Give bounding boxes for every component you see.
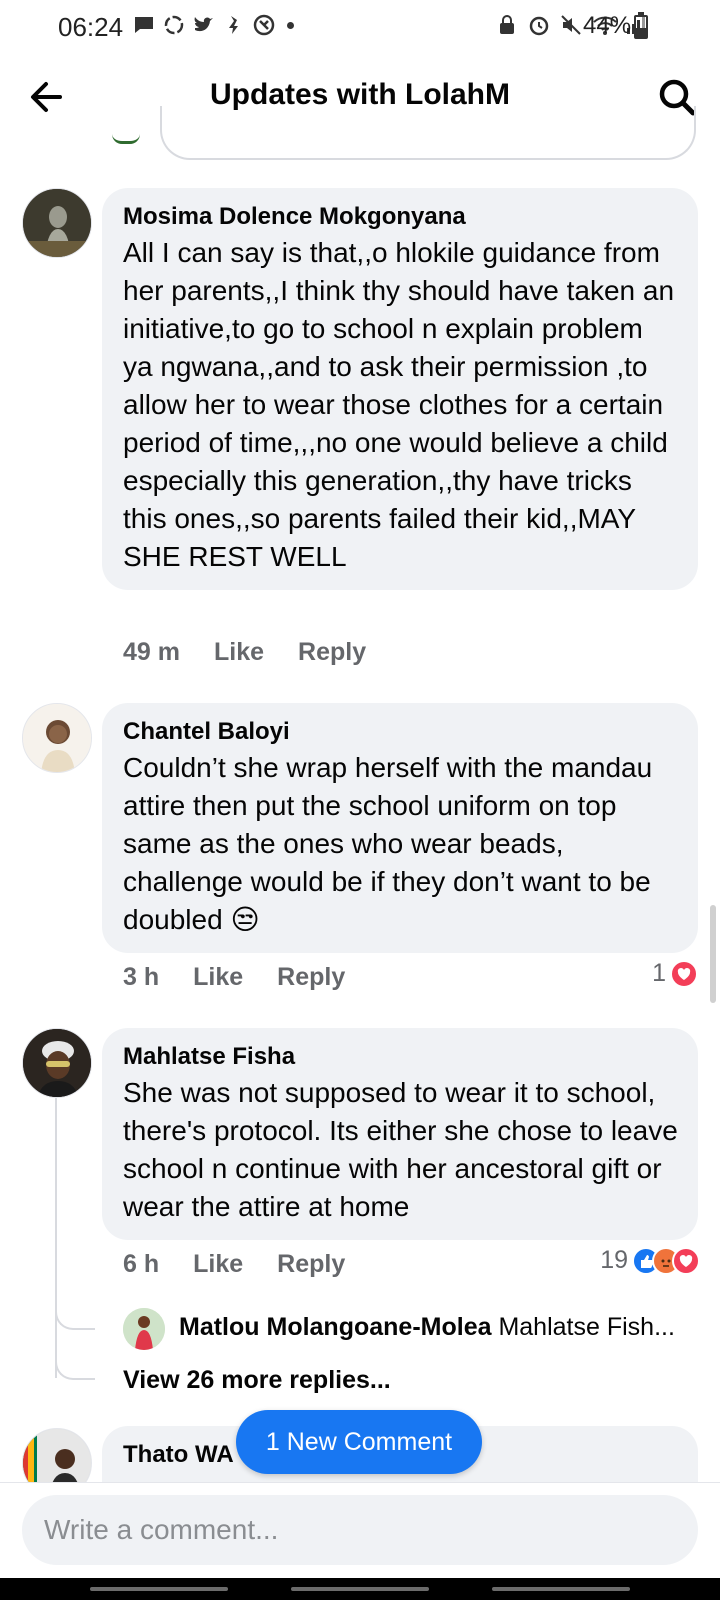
reply-thread-branch xyxy=(55,1300,95,1330)
like-button[interactable]: Like xyxy=(193,1250,243,1279)
whatsapp-icon xyxy=(253,14,275,36)
mute-icon xyxy=(560,14,582,36)
status-time: 06:24 xyxy=(58,12,124,42)
reactions-summary[interactable]: 1 xyxy=(652,959,698,988)
comment-input[interactable] xyxy=(22,1495,698,1565)
reply-preview[interactable]: Matlou Molangoane-Molea Mahlatse Fish... xyxy=(179,1313,699,1342)
system-back-button[interactable] xyxy=(492,1587,630,1591)
system-nav-bar xyxy=(0,1578,720,1600)
reaction-count: 19 xyxy=(600,1246,628,1274)
status-bar: 06:24 44% xyxy=(0,0,720,56)
previous-avatar-edge xyxy=(112,134,140,144)
avatar[interactable] xyxy=(22,188,92,258)
comment-author[interactable]: Mosima Dolence Mokgonyana xyxy=(123,202,678,232)
lock-icon xyxy=(496,14,518,36)
reply-button[interactable]: Reply xyxy=(277,1250,345,1279)
home-button[interactable] xyxy=(291,1587,429,1591)
alarm-icon xyxy=(528,14,550,36)
reply-thread-line xyxy=(55,1098,57,1378)
comment-time: 6 h xyxy=(123,1250,160,1278)
comment-text: All I can say is that,,o hlokile guidanc… xyxy=(123,237,675,572)
reply-thread-branch xyxy=(55,1350,95,1380)
comment-actions: 6 h Like Reply xyxy=(123,1250,345,1279)
like-button[interactable]: Like xyxy=(214,638,264,667)
avatar[interactable] xyxy=(22,1028,92,1098)
comment-author[interactable]: Chantel Baloyi xyxy=(123,717,678,747)
avatar[interactable] xyxy=(123,1308,165,1350)
comment-text: She was not supposed to wear it to schoo… xyxy=(123,1077,678,1222)
view-more-replies-link[interactable]: View 26 more replies... xyxy=(123,1366,391,1395)
twitter-icon xyxy=(193,14,215,36)
love-reaction-icon xyxy=(672,1246,700,1275)
comment-composer xyxy=(0,1482,720,1578)
message-icon xyxy=(133,14,155,36)
reply-snippet: Mahlatse Fish... xyxy=(498,1313,675,1341)
comment-time: 49 m xyxy=(123,638,180,666)
reply-author[interactable]: Matlou Molangoane-Molea xyxy=(179,1313,492,1341)
new-comment-button[interactable]: 1 New Comment xyxy=(236,1410,482,1474)
avatar[interactable] xyxy=(22,703,92,773)
comment-bubble[interactable]: Mosima Dolence Mokgonyana All I can say … xyxy=(102,188,698,590)
reply-button[interactable]: Reply xyxy=(277,963,345,992)
comment-actions: 3 h Like Reply xyxy=(123,963,345,992)
comment-actions: 49 m Like Reply xyxy=(123,638,366,667)
battery-icon xyxy=(634,12,648,39)
comment-time: 3 h xyxy=(123,963,160,991)
love-reaction-icon xyxy=(670,959,698,988)
previous-comment-edge xyxy=(160,106,696,160)
comment-bubble[interactable]: Chantel Baloyi Couldn’t she wrap herself… xyxy=(102,703,698,953)
battery-percent: 44% xyxy=(583,12,632,39)
reaction-count: 1 xyxy=(652,959,666,987)
recent-apps-button[interactable] xyxy=(90,1587,228,1591)
unamused-emoji: 😒 xyxy=(230,904,260,935)
messenger-icon xyxy=(163,14,185,36)
reactions-summary[interactable]: 19 xyxy=(600,1246,700,1275)
comment-author[interactable]: Mahlatse Fisha xyxy=(123,1042,678,1072)
reply-button[interactable]: Reply xyxy=(298,638,366,667)
comment-text: Couldn’t she wrap herself with the manda… xyxy=(123,752,653,935)
more-notifications-dot xyxy=(287,21,294,29)
like-button[interactable]: Like xyxy=(193,963,243,992)
notification-icon xyxy=(223,14,245,36)
comment-bubble[interactable]: Mahlatse Fisha She was not supposed to w… xyxy=(102,1028,698,1240)
scrollbar[interactable] xyxy=(710,905,716,1003)
